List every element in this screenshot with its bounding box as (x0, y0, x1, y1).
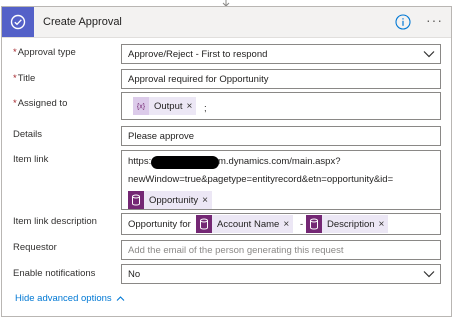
description-token-label: Description (327, 218, 375, 230)
approval-type-dropdown[interactable]: Approve/Reject - First to respond (121, 44, 441, 64)
chevron-down-icon (423, 51, 435, 58)
title-label: *Title (13, 73, 36, 84)
details-label: Details (13, 129, 43, 140)
item-link-input[interactable]: https: m.dynamics.com/main.aspx? newWind… (121, 150, 441, 210)
opportunity-token-label: Opportunity (149, 194, 199, 206)
dynamics-icon (128, 191, 144, 209)
item-link-label: Item link (13, 154, 49, 165)
item-link-description-prefix: Opportunity for (128, 219, 191, 230)
remove-token-icon[interactable]: × (187, 101, 197, 112)
assigned-to-label: *Assigned to (13, 98, 68, 109)
approval-type-value: Approve/Reject - First to respond (128, 49, 268, 60)
create-approval-card: Create Approval ··· *Approval type Appro… (1, 6, 452, 317)
account-name-token[interactable]: Account Name × (196, 215, 294, 233)
redacted-region (151, 156, 219, 169)
requestor-input[interactable]: Add the email of the person generating t… (121, 240, 441, 260)
dynamics-icon (306, 215, 322, 233)
enable-notifications-value: No (128, 269, 141, 280)
output-token-label: Output (154, 100, 183, 112)
card-title: Create Approval (43, 16, 122, 28)
item-link-line2: newWindow=true&pagetype=entityrecord&etn… (128, 174, 394, 185)
description-separator: - (300, 219, 304, 230)
title-value: Approval required for Opportunity (128, 74, 269, 85)
info-icon[interactable] (395, 14, 411, 30)
enable-notifications-label: Enable notifications (13, 268, 96, 279)
opportunity-token[interactable]: Opportunity × (128, 191, 212, 209)
item-link-line1-prefix: https: (128, 156, 152, 167)
remove-token-icon[interactable]: × (379, 219, 389, 230)
title-input[interactable]: Approval required for Opportunity (121, 69, 441, 89)
output-token[interactable]: {x} Output × (133, 97, 197, 115)
item-link-description-input[interactable]: Opportunity for Account Name × - Descrip… (121, 213, 441, 235)
remove-token-icon[interactable]: × (202, 195, 212, 206)
card-header[interactable]: Create Approval ··· (2, 7, 451, 38)
item-link-description-label: Item link description (13, 216, 97, 227)
chevron-up-icon (116, 296, 125, 301)
requestor-label: Requestor (13, 242, 57, 253)
variable-icon: {x} (133, 97, 149, 115)
hide-advanced-options-label: Hide advanced options (15, 293, 112, 304)
approval-check-icon (2, 7, 34, 37)
requestor-placeholder: Add the email of the person generating t… (128, 245, 344, 256)
enable-notifications-dropdown[interactable]: No (121, 264, 441, 284)
description-token[interactable]: Description × (306, 215, 389, 233)
dynamics-icon (196, 215, 212, 233)
approval-type-label: *Approval type (13, 47, 76, 58)
svg-text:{x}: {x} (137, 104, 146, 111)
item-link-line1-suffix: m.dynamics.com/main.aspx? (218, 156, 341, 167)
account-name-token-label: Account Name (217, 218, 280, 230)
assigned-to-separator: ; (204, 103, 207, 114)
details-input[interactable]: Please approve (121, 126, 441, 146)
hide-advanced-options-link[interactable]: Hide advanced options (15, 293, 125, 304)
details-value: Please approve (128, 131, 195, 142)
remove-token-icon[interactable]: × (283, 219, 293, 230)
more-options-icon[interactable]: ··· (426, 13, 443, 27)
chevron-down-icon (423, 271, 435, 278)
assigned-to-input[interactable]: {x} Output × ; (121, 92, 441, 120)
